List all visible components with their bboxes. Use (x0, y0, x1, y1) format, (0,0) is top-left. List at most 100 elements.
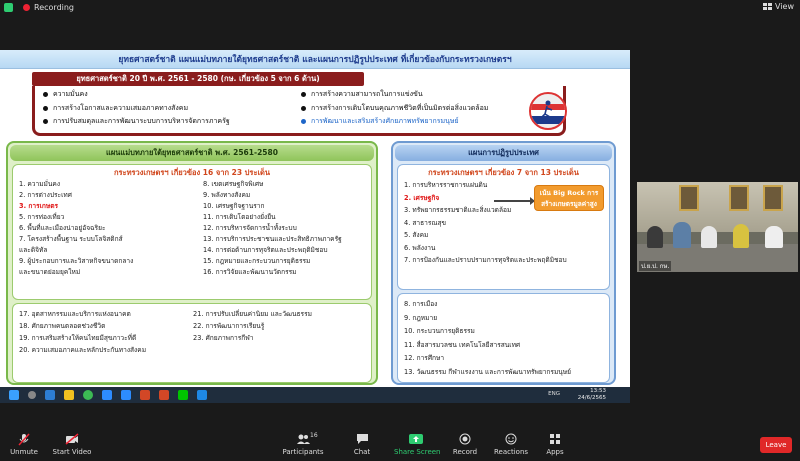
start-video-button[interactable]: Start Video (52, 432, 92, 456)
reform-plan-bottom-list: 8. การเมือง 9. กฎหมาย 10. กระบวนการยุติธ… (404, 298, 571, 379)
participant-person (733, 224, 749, 248)
master-plan-title: แผนแม่บทภายใต้ยุทธศาสตร์ชาติ พ.ศ. 2561-2… (10, 145, 374, 161)
list-item: 12. การศึกษา (404, 354, 445, 362)
participants-icon (280, 432, 326, 446)
share-screen-label: Share Screen (394, 448, 441, 456)
participant-video[interactable]: ป.ย.ป. กษ. (637, 182, 798, 272)
record-button[interactable]: Record (452, 432, 478, 456)
big-rock-note: เน้น Big Rock การสร้างเกษตรมูลค่าสูง (534, 185, 604, 211)
chat-label: Chat (353, 448, 371, 456)
reactions-icon (494, 432, 528, 446)
list-item: 9. ผู้ประกอบการและวิสาหกิจขนาดกลาง (19, 257, 134, 265)
zoom-meeting-icon[interactable] (121, 390, 131, 400)
windows-taskbar: ENG 13:53 24/6/2565 (0, 387, 630, 403)
clock-time: 13:53 (590, 388, 606, 394)
recording-dot-icon (23, 3, 30, 11)
list-item: 10. เศรษฐกิจฐานราก (203, 202, 265, 210)
strategy-item: ความมั่นคง (43, 88, 230, 102)
list-item: 7. การป้องกันและปราบปรามการทุจริตและประพ… (404, 256, 567, 264)
list-item: 1. ความมั่นคง (19, 180, 61, 188)
edge-icon[interactable] (45, 390, 55, 400)
list-item: 20. ความเสมอภาคและหลักประกันทางสังคม (19, 346, 147, 354)
view-button[interactable]: View (763, 2, 794, 11)
reactions-button[interactable]: Reactions (494, 432, 528, 456)
chat-button[interactable]: Chat (350, 432, 374, 456)
master-plan-col2: 8. เขตเศรษฐกิจพิเศษ 9. พลังทางสังคม 10. … (203, 179, 342, 278)
participant-name-label: ป.ย.ป. กษ. (639, 261, 672, 271)
powerpoint-icon[interactable] (140, 390, 150, 400)
strategy-item-highlight: การพัฒนาและเสริมสร้างศักยภาพทรัพยากรมนุษ… (301, 115, 488, 129)
list-item: 4. สาธารณสุข (404, 218, 447, 227)
list-item: 8. เขตเศรษฐกิจพิเศษ (203, 180, 264, 188)
grid-icon (763, 3, 773, 10)
shared-screen: ยุทธศาสตร์ชาติ แผนแม่บทภายใต้ยุทธศาสตร์ช… (0, 50, 630, 388)
reactions-label: Reactions (494, 448, 529, 456)
list-item: 13. การบริการประชาชนและประสิทธิภาพภาครัฐ (203, 235, 342, 243)
list-item: 9. พลังทางสังคม (203, 191, 251, 199)
start-video-label: Start Video (52, 448, 92, 456)
apps-label: Apps (546, 448, 564, 456)
microphone-muted-icon (8, 432, 40, 446)
list-item: 19. การเสริมสร้างให้คนไทยมีสุขภาวะที่ดี (19, 334, 137, 342)
list-item: 18. ศักยภาพคนตลอดช่วงชีวิต (19, 322, 106, 330)
list-item: 13. วัฒนธรรม กีฬาแรงงาน และการพัฒนาทรัพย… (404, 367, 572, 376)
list-item: 15. กฎหมายและกระบวนการยุติธรรม (203, 257, 311, 265)
reform-plan-panel: แผนการปฏิรูปประเทศ กระทรวงเกษตรฯ เกี่ยวข… (391, 141, 616, 385)
apps-icon (544, 432, 566, 446)
tray-language[interactable]: ENG (548, 391, 560, 397)
list-item: 17. อุตสาหกรรมและบริการแห่งอนาคต (19, 310, 131, 318)
master-plan-col1: 1. ความมั่นคง 2. การต่างประเทศ 3. การเกษ… (19, 179, 133, 278)
strategy-item: การสร้างโอกาสและความเสมอภาคทางสังคม (43, 102, 230, 116)
line-icon[interactable] (178, 390, 188, 400)
share-screen-button[interactable]: Share Screen (394, 432, 441, 456)
strategy-item: การปรับสมดุลและการพัฒนาระบบการบริหารจัดก… (43, 115, 230, 129)
strategy-item: การสร้างการเติบโตบนคุณภาพชีวิตที่เป็นมิต… (301, 102, 488, 116)
participants-label: Participants (282, 448, 324, 456)
master-plan-related-box: กระทรวงเกษตรฯ เกี่ยวข้อง 16 จาก 23 ประเด… (12, 164, 372, 300)
participants-count: 16 (310, 432, 318, 439)
list-item: 9. กฎหมาย (404, 313, 438, 322)
meeting-controls: Unmute Start Video 16 Participants Chat … (0, 430, 800, 461)
list-item: 14. การต่อต้านการทุจริตและประพฤติมิชอบ (203, 246, 328, 254)
zoom-icon[interactable] (102, 390, 112, 400)
participant-person (765, 226, 783, 248)
chrome-icon[interactable] (83, 390, 93, 400)
wall-portrait (763, 185, 783, 211)
list-item: 5. การท่องเที่ยว (19, 213, 65, 221)
national-strategy-logo (529, 92, 567, 130)
arrow-icon (494, 197, 535, 205)
master-plan-bottom-col2: 21. การปรับเปลี่ยนค่านิยม และวัฒนธรรม 22… (193, 308, 312, 344)
master-plan-other-box: 17. อุตสาหกรรมและบริการแห่งอนาคต 18. ศัก… (12, 303, 372, 383)
list-item: 11. การเติบโตอย่างยั่งยืน (203, 213, 276, 221)
list-item: 6. พื้นที่และเมืองน่าอยู่อัจฉริยะ (19, 224, 106, 232)
strategy-item: การสร้างความสามารถในการแข่งขัน (301, 88, 488, 102)
search-icon[interactable] (28, 391, 36, 399)
wall-portrait (729, 185, 749, 211)
participant-person (647, 226, 663, 248)
list-item: 5. สังคม (404, 231, 429, 239)
leave-button[interactable]: Leave (760, 437, 792, 453)
apps-button[interactable]: Apps (544, 432, 566, 456)
list-item: 7. โครงสร้างพื้นฐาน ระบบโลจิสติกส์ (19, 235, 123, 243)
master-plan-bottom-col1: 17. อุตสาหกรรมและบริการแห่งอนาคต 18. ศัก… (19, 308, 146, 356)
strategy-box: ความมั่นคง การสร้างโอกาสและความเสมอภาคทา… (32, 86, 567, 136)
zoom-topbar: Recording View (0, 0, 800, 14)
windows-start-icon[interactable] (9, 390, 19, 400)
participant-person (673, 222, 691, 248)
list-item: 23. ศักยภาพการกีฬา (193, 334, 254, 342)
unmute-button[interactable]: Unmute (8, 432, 40, 456)
list-item: 10. กระบวนการยุติธรรม (404, 327, 475, 335)
master-plan-panel: แผนแม่บทภายใต้ยุทธศาสตร์ชาติ พ.ศ. 2561-2… (6, 141, 378, 385)
share-screen-icon (394, 432, 438, 446)
shield-icon (4, 2, 13, 12)
pdf-icon[interactable] (159, 390, 169, 400)
explorer-icon[interactable] (64, 390, 74, 400)
chat-icon (350, 432, 374, 446)
list-item: 16. การวิจัยและพัฒนานวัตกรรม (203, 268, 297, 276)
participants-button[interactable]: 16 Participants (280, 432, 326, 456)
strategy-left-list: ความมั่นคง การสร้างโอกาสและความเสมอภาคทา… (43, 88, 230, 129)
app-icon[interactable] (197, 390, 207, 400)
list-item: 6. พลังงาน (404, 243, 436, 252)
record-icon (452, 432, 478, 446)
taskbar-clock[interactable]: 13:53 24/6/2565 (578, 388, 606, 402)
